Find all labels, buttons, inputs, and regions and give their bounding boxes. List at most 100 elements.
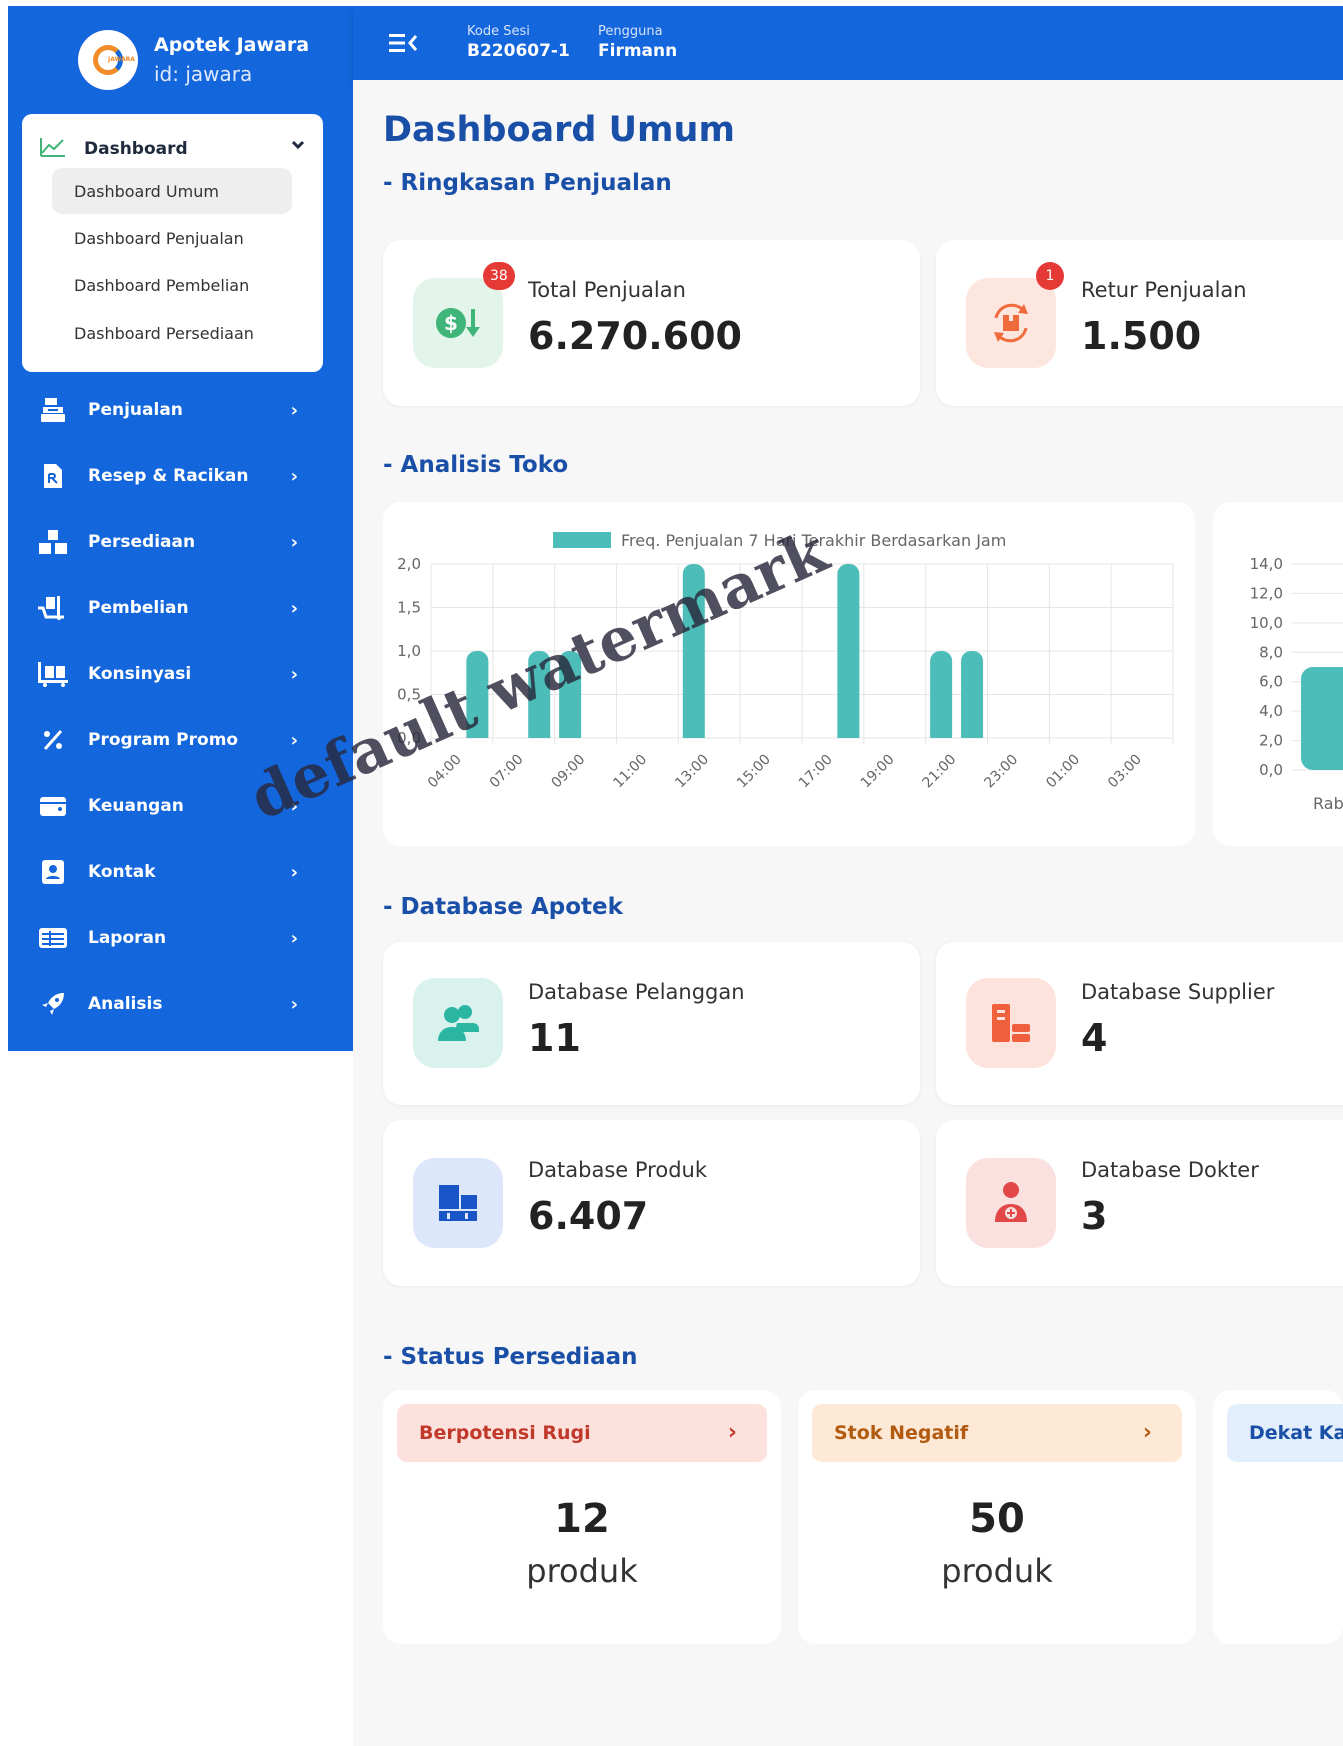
sidebar-item-label: Persediaan xyxy=(88,532,196,552)
percent-icon xyxy=(36,728,70,752)
submenu-dashboard-penjualan[interactable]: Dashboard Penjualan xyxy=(52,215,292,261)
sidebar-item-label: Keuangan xyxy=(88,796,184,816)
submenu-dashboard-pembelian[interactable]: Dashboard Pembelian xyxy=(52,262,292,308)
y-tick-label: 2,0 xyxy=(397,555,421,573)
x-tick-label: 15:00 xyxy=(734,752,774,792)
sidebar-item-pembelian[interactable]: Pembelian › xyxy=(36,588,316,628)
bar-base xyxy=(837,728,860,738)
rocket-icon xyxy=(36,991,70,1017)
bar-base xyxy=(559,728,582,738)
dashboard-menu-toggle[interactable]: Dashboard xyxy=(40,134,305,164)
x-tick-label: 01:00 xyxy=(1043,752,1083,792)
chevron-right-icon: › xyxy=(290,465,298,487)
session-code: Kode Sesi B220607-1 xyxy=(467,24,570,62)
bar-base xyxy=(961,728,984,738)
secondary-chart-card: 14,0 12,0 10,0 8,0 6,0 4,0 2,0 0,0 Rab xyxy=(1213,502,1343,846)
inventory-card-dekat-kadaluarsa: Dekat Ka xyxy=(1213,1390,1343,1644)
inventory-card-label: Dekat Ka xyxy=(1249,1422,1343,1444)
inventory-link-dekat-kadaluarsa[interactable]: Dekat Ka xyxy=(1227,1404,1343,1462)
db-card-pelanggan[interactable]: Database Pelanggan 11 xyxy=(383,942,920,1105)
sidebar-item-kontak[interactable]: Kontak › xyxy=(36,852,316,892)
contact-book-icon xyxy=(36,859,70,885)
stat-value: 3 xyxy=(1081,1194,1108,1238)
inventory-card-label: Berpotensi Rugi xyxy=(419,1422,591,1444)
submenu-dashboard-umum[interactable]: Dashboard Umum xyxy=(52,168,292,214)
y-tick-label: 1,5 xyxy=(397,599,421,617)
y-tick-label: 14,0 xyxy=(1250,555,1283,573)
users-icon xyxy=(413,978,503,1068)
brand: JAWARA Apotek Jawara id: jawara xyxy=(78,30,309,90)
bar-05:00 xyxy=(466,651,489,738)
dashboard-menu-label: Dashboard xyxy=(84,139,188,159)
y-tick-label: 0,0 xyxy=(1259,761,1283,779)
sidebar-item-program-promo[interactable]: Program Promo › xyxy=(36,720,316,760)
db-card-supplier[interactable]: Database Supplier 4 xyxy=(936,942,1343,1105)
brand-name: Apotek Jawara xyxy=(154,33,310,56)
chart-legend-label: Freq. Penjualan 7 Hari Terakhir Berdasar… xyxy=(621,531,1006,550)
inventory-link-stok-negatif[interactable]: Stok Negatif › xyxy=(812,1404,1182,1462)
menu-collapse-icon[interactable] xyxy=(389,32,419,58)
secondary-chart: 14,0 12,0 10,0 8,0 6,0 4,0 2,0 0,0 Rab xyxy=(1250,555,1343,813)
x-tick-label: 09:00 xyxy=(549,752,589,792)
db-card-dokter[interactable]: Database Dokter 3 xyxy=(936,1120,1343,1286)
sidebar-item-label: Analisis xyxy=(88,994,163,1014)
submenu-dashboard-persediaan[interactable]: Dashboard Persediaan xyxy=(52,310,292,356)
hourly-sales-chart-card: Freq. Penjualan 7 Hari Terakhir Berdasar… xyxy=(383,502,1195,846)
sidebar-item-persediaan[interactable]: Persediaan › xyxy=(36,522,316,562)
sidebar-item-label: Konsinyasi xyxy=(88,664,192,684)
section-title-inventory: - Status Persediaan xyxy=(383,1344,638,1370)
current-user: Pengguna Firmann xyxy=(598,24,677,62)
bar-12:00 xyxy=(682,564,705,738)
bar-08:00 xyxy=(559,651,582,738)
bar-07:00 xyxy=(528,651,551,738)
sidebar-item-label: Resep & Racikan xyxy=(88,466,249,486)
x-tick-label: 04:00 xyxy=(425,752,465,792)
sidebar-item-laporan[interactable]: Laporan › xyxy=(36,918,316,958)
stat-card-retur-penjualan[interactable]: 1 Retur Penjualan 1.500 xyxy=(936,240,1343,406)
sidebar-item-label: Laporan xyxy=(88,928,167,948)
inventory-unit: produk xyxy=(526,1552,638,1590)
stat-value: 4 xyxy=(1081,1016,1108,1060)
chevron-right-icon: › xyxy=(290,993,298,1015)
svg-text:$: $ xyxy=(444,311,458,335)
sidebar: JAWARA Apotek Jawara id: jawara Dashboar… xyxy=(8,6,353,1051)
inventory-card-label: Stok Negatif xyxy=(834,1422,969,1444)
x-tick-label: 03:00 xyxy=(1105,752,1145,792)
stat-value: 1.500 xyxy=(1081,314,1202,358)
x-tick-label: 13:00 xyxy=(672,752,712,792)
y-tick-label: 0,0 xyxy=(397,729,421,747)
y-tick-label: 8,0 xyxy=(1259,643,1283,661)
sales-count-badge: 38 xyxy=(483,262,515,290)
return-count-badge: 1 xyxy=(1036,262,1064,290)
sidebar-item-penjualan[interactable]: Penjualan › xyxy=(36,390,316,430)
sidebar-item-konsinyasi[interactable]: Konsinyasi › xyxy=(36,654,316,694)
brand-id: id: jawara xyxy=(154,61,253,86)
chevron-right-icon: › xyxy=(290,531,298,553)
stat-label: Total Penjualan xyxy=(528,278,686,302)
boxes-icon xyxy=(36,529,70,555)
stat-label: Database Pelanggan xyxy=(528,980,745,1004)
user-label: Pengguna xyxy=(598,24,663,39)
prescription-file-icon xyxy=(36,463,70,489)
sidebar-item-keuangan[interactable]: Keuangan › xyxy=(36,786,316,826)
sidebar-item-label: Kontak xyxy=(88,862,156,882)
db-card-produk[interactable]: Database Produk 6.407 xyxy=(383,1120,920,1286)
y-tick-label: 1,0 xyxy=(397,642,421,660)
chevron-right-icon: › xyxy=(1142,1420,1152,1445)
cash-register-icon xyxy=(36,397,70,423)
y-tick-label: 4,0 xyxy=(1259,702,1283,720)
sidebar-item-analisis[interactable]: Analisis › xyxy=(36,984,316,1024)
page-title: Dashboard Umum xyxy=(383,110,735,150)
y-tick-label: 12,0 xyxy=(1250,584,1283,602)
inventory-link-berpotensi-rugi[interactable]: Berpotensi Rugi › xyxy=(397,1404,767,1462)
money-down-icon: $ xyxy=(413,278,503,368)
stat-card-total-penjualan[interactable]: $ 38 Total Penjualan 6.270.600 xyxy=(383,240,920,406)
bar-base xyxy=(528,728,551,738)
bar-base xyxy=(466,728,489,738)
bar-20:00 xyxy=(930,651,953,738)
hourly-sales-chart: Freq. Penjualan 7 Hari Terakhir Berdasar… xyxy=(397,531,1174,792)
x-tick-label: 07:00 xyxy=(487,752,527,792)
hand-cart-icon xyxy=(36,595,70,621)
sidebar-item-resep-racikan[interactable]: Resep & Racikan › xyxy=(36,456,316,496)
x-tick-label: 11:00 xyxy=(610,752,650,792)
